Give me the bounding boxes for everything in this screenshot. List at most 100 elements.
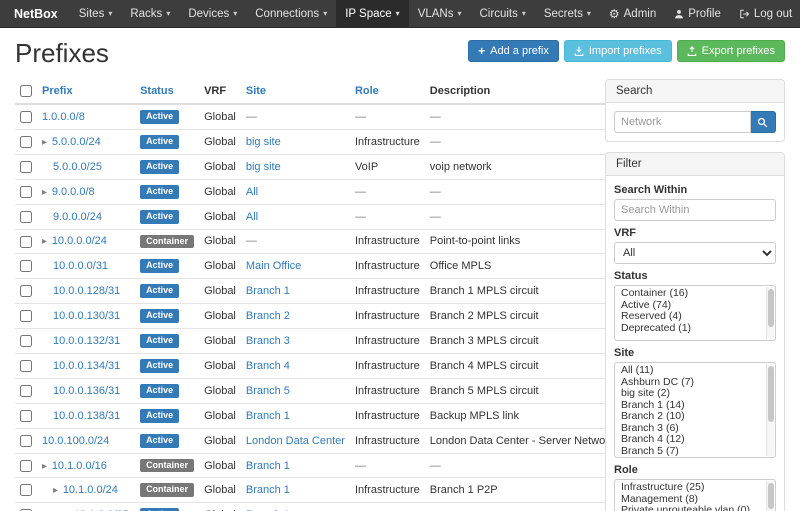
prefix-link[interactable]: 1.0.0.0/8 — [42, 111, 85, 123]
site-link[interactable]: Branch 4 — [246, 360, 290, 372]
nav-item-circuits[interactable]: Circuits▾ — [471, 0, 535, 27]
row-checkbox[interactable] — [20, 285, 32, 297]
site-link[interactable]: Branch 1 — [246, 484, 290, 496]
search-button[interactable] — [751, 111, 776, 133]
scrollbar[interactable] — [766, 364, 774, 456]
app-brand[interactable]: NetBox — [8, 0, 70, 27]
scrollbar-thumb[interactable] — [768, 289, 774, 327]
scrollbar[interactable] — [766, 481, 774, 511]
prefix-link[interactable]: 10.1.0.0/24 — [63, 484, 118, 496]
site-filter-listbox[interactable]: All (11)Ashburn DC (7)big site (2)Branch… — [614, 362, 776, 458]
row-checkbox[interactable] — [20, 435, 32, 447]
prefix-link[interactable]: 10.1.0.0/16 — [52, 460, 107, 472]
scrollbar-thumb[interactable] — [768, 366, 774, 422]
column-header-prefix[interactable]: Prefix — [37, 79, 135, 104]
prefix-link[interactable]: 10.0.0.138/31 — [53, 410, 120, 422]
row-checkbox[interactable] — [20, 460, 32, 472]
add-prefix-button[interactable]: + Add a prefix — [468, 40, 559, 62]
row-checkbox[interactable] — [20, 385, 32, 397]
prefix-link[interactable]: 10.0.0.132/31 — [53, 335, 120, 347]
nav-item-secrets[interactable]: Secrets▾ — [535, 0, 600, 27]
scrollbar[interactable] — [766, 287, 774, 339]
row-checkbox[interactable] — [20, 310, 32, 322]
import-prefixes-button[interactable]: Import prefixes — [564, 40, 672, 62]
site-link[interactable]: Branch 3 — [246, 335, 290, 347]
prefix-link[interactable]: 5.0.0.0/24 — [52, 136, 101, 148]
prefix-link[interactable]: 10.0.100.0/24 — [42, 435, 109, 447]
row-checkbox[interactable] — [20, 410, 32, 422]
search-input[interactable] — [614, 111, 751, 133]
prefix-link[interactable]: 10.0.0.130/31 — [53, 310, 120, 322]
listbox-option[interactable]: Branch 2 (10) — [615, 411, 765, 423]
prefix-link[interactable]: 10.0.0.0/31 — [53, 260, 108, 272]
empty-dash: — — [355, 111, 366, 123]
nav-item-log-out[interactable]: Log out — [730, 0, 800, 27]
listbox-option[interactable]: Infrastructure (25) — [615, 482, 765, 494]
prefix-link[interactable]: 10.0.0.136/31 — [53, 385, 120, 397]
site-cell: big site — [241, 154, 350, 179]
nav-item-admin[interactable]: ⚙Admin — [600, 0, 665, 27]
table-row: 10.0.0.128/31ActiveGlobalBranch 1Infrast… — [15, 279, 619, 304]
row-checkbox[interactable] — [20, 360, 32, 372]
scrollbar-thumb[interactable] — [768, 483, 774, 509]
site-link[interactable]: Branch 1 — [246, 460, 290, 472]
prefix-link[interactable]: 10.0.0.134/31 — [53, 360, 120, 372]
site-link[interactable]: big site — [246, 161, 281, 173]
site-link[interactable]: All — [246, 186, 258, 198]
chevron-down-icon: ▾ — [233, 9, 237, 18]
row-checkbox[interactable] — [20, 236, 32, 248]
table-row: 5.0.0.0/25ActiveGlobalbig siteVoIPvoip n… — [15, 154, 619, 179]
site-link[interactable]: Main Office — [246, 260, 301, 272]
status-badge: Active — [140, 359, 179, 373]
prefix-link[interactable]: 9.0.0.0/8 — [52, 186, 95, 198]
import-icon — [574, 46, 584, 56]
site-link[interactable]: Branch 5 — [246, 385, 290, 397]
prefix-link[interactable]: 10.0.0.0/24 — [52, 235, 107, 247]
select-all-checkbox[interactable] — [20, 85, 32, 97]
role-cell: — — [350, 204, 425, 229]
status-badge: Active — [140, 210, 179, 224]
site-link[interactable]: big site — [246, 136, 281, 148]
nav-item-ip-space[interactable]: IP Space▾ — [336, 0, 408, 27]
prefix-link[interactable]: 5.0.0.0/25 — [53, 161, 102, 173]
site-link[interactable]: Branch 2 — [246, 310, 290, 322]
listbox-option[interactable]: Branch 4 (12) — [615, 434, 765, 446]
nav-item-connections[interactable]: Connections▾ — [246, 0, 336, 27]
row-checkbox[interactable] — [20, 186, 32, 198]
description-cell: Branch 1 P2P — [425, 478, 620, 503]
row-checkbox[interactable] — [20, 136, 32, 148]
nav-item-sites[interactable]: Sites▾ — [70, 0, 122, 27]
status-filter-listbox[interactable]: Container (16)Active (74)Reserved (4)Dep… — [614, 285, 776, 341]
nav-item-vlans[interactable]: VLANs▾ — [409, 0, 471, 27]
site-link[interactable]: Branch 1 — [246, 285, 290, 297]
site-link[interactable]: Branch 1 — [246, 410, 290, 422]
vrf-select[interactable]: All — [614, 242, 776, 264]
listbox-option[interactable]: Deprecated (1) — [615, 323, 765, 335]
listbox-option[interactable]: Reserved (4) — [615, 311, 765, 323]
row-checkbox[interactable] — [20, 211, 32, 223]
nav-item-devices[interactable]: Devices▾ — [179, 0, 246, 27]
listbox-option[interactable]: Private unrouteable vlan (0) — [615, 505, 765, 511]
row-checkbox[interactable] — [20, 335, 32, 347]
listbox-option[interactable]: Container (16) — [615, 288, 765, 300]
nav-item-racks[interactable]: Racks▾ — [121, 0, 179, 27]
site-link[interactable]: London Data Center — [246, 435, 345, 447]
role-filter-listbox[interactable]: Infrastructure (25)Management (8)Private… — [614, 479, 776, 511]
prefix-link[interactable]: 9.0.0.0/24 — [53, 211, 102, 223]
row-checkbox[interactable] — [20, 260, 32, 272]
column-header-role[interactable]: Role — [350, 79, 425, 104]
row-checkbox[interactable] — [20, 484, 32, 496]
column-header-status[interactable]: Status — [135, 79, 199, 104]
row-checkbox[interactable] — [20, 111, 32, 123]
listbox-option[interactable]: big site (2) — [615, 388, 765, 400]
description-cell: Branch 3 MPLS circuit — [425, 329, 620, 354]
nav-item-profile[interactable]: Profile — [665, 0, 730, 27]
search-within-input[interactable] — [614, 199, 776, 221]
site-link[interactable]: All — [246, 211, 258, 223]
prefix-link[interactable]: 10.0.0.128/31 — [53, 285, 120, 297]
column-header-site[interactable]: Site — [241, 79, 350, 104]
row-checkbox[interactable] — [20, 161, 32, 173]
listbox-option[interactable]: All (11) — [615, 365, 765, 377]
export-prefixes-button[interactable]: Export prefixes — [677, 40, 785, 62]
listbox-option[interactable]: COLO-1-24 (4) — [615, 457, 765, 458]
